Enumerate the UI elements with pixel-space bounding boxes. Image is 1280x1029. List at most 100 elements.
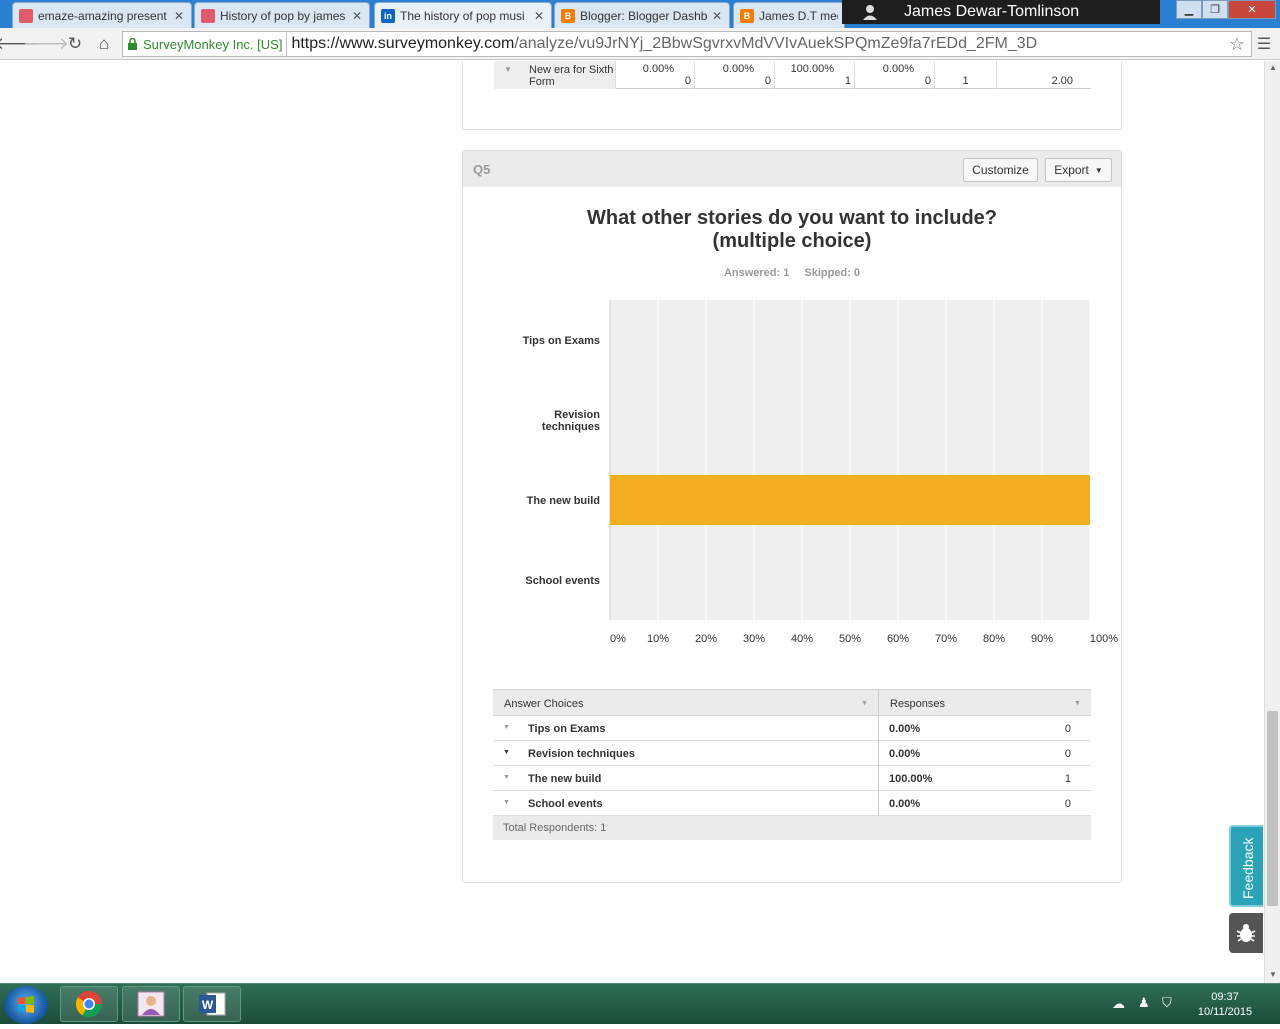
vertical-scrollbar[interactable]: ▲ ▼ — [1264, 61, 1280, 983]
answer-count: 1 — [1064, 773, 1071, 785]
browser-tab-1[interactable]: emaze-amazing present ✕ — [12, 2, 192, 28]
column-header-answer[interactable]: Answer Choices — [504, 698, 583, 710]
maximize-button[interactable]: ❐ — [1202, 0, 1228, 19]
sort-caret-icon[interactable]: ▼ — [1074, 700, 1081, 707]
profile-badge[interactable]: James Dewar-Tomlinson — [842, 0, 1160, 24]
category-label: techniques — [542, 421, 600, 433]
cell-count: 1 — [844, 75, 851, 87]
sort-caret-icon[interactable]: ▼ — [861, 700, 868, 707]
table-cell: 0.00% 0 — [854, 61, 934, 89]
close-window-button[interactable]: ✕ — [1228, 0, 1276, 19]
taskbar-chrome[interactable] — [60, 986, 118, 1022]
scrollbar-thumb[interactable] — [1267, 711, 1278, 906]
home-button[interactable]: ⌂ — [93, 34, 115, 54]
scroll-down-icon[interactable]: ▼ — [1265, 968, 1280, 982]
browser-tab-4[interactable]: B Blogger: Blogger Dashb ✕ — [554, 2, 730, 28]
chrome-icon — [75, 991, 103, 1018]
category-label: School events — [525, 575, 600, 587]
lock-icon — [128, 38, 137, 50]
people-icon[interactable]: ♟ — [1138, 995, 1150, 1011]
page-viewport: ▼ New era for Sixth Form 0.00% 0 0.00% 0… — [0, 61, 1264, 983]
cell-percent: 0.00% — [642, 63, 674, 75]
browser-tab-5[interactable]: B James D.T medi — [733, 2, 845, 28]
forward-button[interactable]: 🡒 — [23, 34, 69, 54]
caret-down-icon[interactable]: ▼ — [504, 64, 512, 76]
caret-down-icon[interactable]: ▼ — [503, 799, 510, 806]
bar — [610, 475, 1090, 525]
x-tick-label: 40% — [791, 633, 813, 645]
caret-down-icon[interactable]: ▼ — [503, 774, 510, 781]
tab-title: History of pop by james — [220, 8, 346, 23]
answer-count: 0 — [1064, 798, 1071, 810]
user-icon — [863, 5, 877, 20]
answer-name: School events — [528, 798, 603, 810]
table-footer: Total Respondents: 1 — [493, 816, 1091, 840]
clock-date: 10/11/2015 — [1197, 1006, 1253, 1018]
clock-time: 09:37 — [1211, 991, 1239, 1003]
feedback-tab[interactable]: Feedback — [1229, 825, 1263, 907]
cell-percent: 100.00% — [790, 63, 834, 75]
bookmark-star-icon[interactable]: ☆ — [1229, 34, 1245, 55]
reload-button[interactable]: ↻ — [64, 34, 86, 54]
blogger-icon: B — [561, 8, 575, 23]
table-cell: 2.00 — [996, 61, 1091, 89]
table-cell: 1 — [934, 61, 996, 89]
caret-down-icon[interactable]: ▼ — [503, 749, 510, 756]
url-path: /analyze/vu9JrNYj_2BbwSgvrxvMdVVIvAuekSP… — [514, 35, 1038, 52]
column-divider — [878, 690, 879, 717]
cell-percent: 0.00% — [882, 63, 914, 75]
tab-title: emaze-amazing present — [38, 8, 167, 23]
ev-certificate-badge[interactable]: SurveyMonkey Inc. [US] — [123, 32, 288, 56]
table-cell: 100.00% 1 — [774, 61, 854, 89]
taskbar-word[interactable]: W — [183, 986, 241, 1022]
answer-percent: 0.00% — [889, 723, 921, 735]
cell-average: 2.00 — [1051, 75, 1073, 87]
start-button[interactable] — [4, 986, 48, 1024]
close-icon[interactable]: ✕ — [533, 9, 545, 23]
blogger-icon: B — [740, 8, 754, 23]
cell-count: 0 — [684, 75, 691, 87]
category-label: Tips on Exams — [523, 335, 600, 347]
column-divider — [878, 741, 879, 766]
user-icon — [137, 991, 165, 1017]
close-icon[interactable]: ✕ — [173, 9, 185, 23]
feedback-label: Feedback — [1240, 837, 1256, 899]
taskbar-user-app[interactable] — [122, 986, 180, 1022]
shield-icon[interactable]: ⛉ — [1162, 995, 1172, 1011]
x-tick-label: 10% — [647, 633, 669, 645]
svg-text:W: W — [202, 998, 214, 1012]
network-icon[interactable]: ☁ — [1112, 996, 1125, 1012]
tab-title: The history of pop musi — [400, 8, 525, 23]
answer-percent: 0.00% — [889, 748, 921, 760]
close-icon[interactable]: ✕ — [711, 9, 723, 23]
minimize-button[interactable]: ▁ — [1176, 0, 1202, 19]
browser-toolbar: 🡐 🡒 ↻ ⌂ SurveyMonkey Inc. [US] https://w… — [0, 28, 1280, 60]
bug-report-button[interactable] — [1229, 913, 1263, 953]
column-divider — [878, 791, 879, 816]
linkedin-icon: in — [381, 8, 395, 23]
answer-percent: 100.00% — [889, 773, 933, 785]
total-respondents: Total Respondents: 1 — [503, 822, 607, 834]
scroll-up-icon[interactable]: ▲ — [1265, 61, 1280, 75]
answer-table: Answer Choices ▼ Responses ▼ ▼ Tips on E… — [493, 689, 1091, 840]
browser-tab-2[interactable]: History of pop by james ✕ — [194, 2, 370, 28]
bar-chart: 0% 10% 20% 30% 40% 50% 60% 70% 80% 90% 100% Tips on… — [523, 300, 1118, 645]
word-icon: W — [199, 992, 226, 1016]
cell-count: 0 — [764, 75, 771, 87]
previous-question-card: ▼ New era for Sixth Form 0.00% 0 0.00% 0… — [462, 61, 1122, 130]
bug-icon — [1236, 924, 1256, 942]
caret-down-icon[interactable]: ▼ — [503, 724, 510, 731]
x-tick-label: 50% — [839, 633, 861, 645]
address-bar[interactable]: SurveyMonkey Inc. [US] https://www.surve… — [122, 31, 1252, 57]
chrome-menu-icon[interactable]: ☰ — [1254, 34, 1274, 54]
row-label: ▼ New era for Sixth Form — [494, 61, 615, 89]
category-label: Revision — [554, 409, 600, 421]
browser-tab-3[interactable]: in The history of pop musi ✕ — [374, 2, 552, 28]
system-clock[interactable]: 09:37 10/11/2015 — [1190, 990, 1260, 1020]
close-icon[interactable]: ✕ — [351, 9, 363, 23]
emaze-icon — [201, 8, 215, 23]
column-divider — [878, 766, 879, 791]
tab-title: Blogger: Blogger Dashb — [580, 8, 707, 23]
table-cell: 0.00% 0 — [615, 61, 694, 89]
column-header-responses[interactable]: Responses — [890, 698, 945, 710]
